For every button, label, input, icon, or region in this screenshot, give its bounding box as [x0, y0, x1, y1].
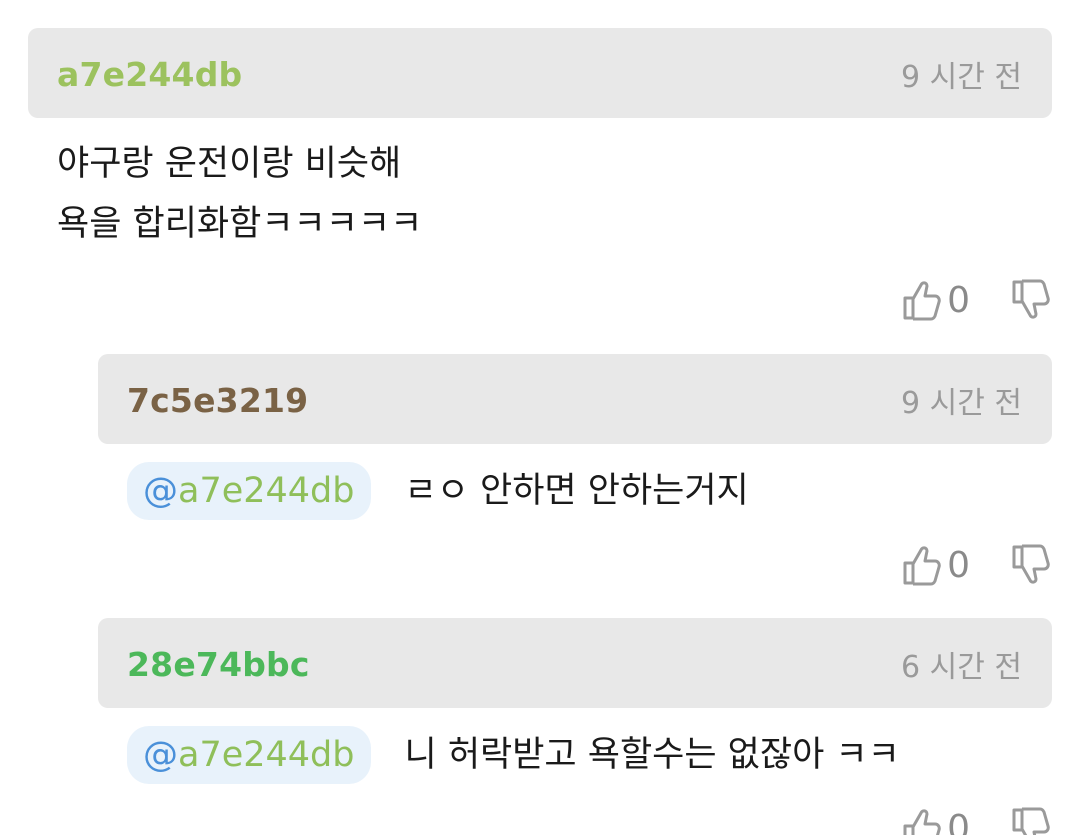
comment-body: 야구랑 운전이랑 비슷해 욕을 합리화함ㅋㅋㅋㅋㅋ	[28, 118, 1052, 254]
comment-timestamp: 9 시간 전	[901, 60, 1022, 95]
thumbs-up-icon[interactable]	[901, 278, 941, 322]
comment-author[interactable]: 7c5e3219	[127, 381, 308, 420]
comment-author[interactable]: a7e244db	[57, 55, 242, 94]
mention-name: a7e244db	[178, 471, 355, 511]
vote-bar: 0	[901, 275, 1050, 325]
like-count: 0	[947, 279, 970, 321]
comment-text: ㄹㅇ 안하면 안하는거지	[404, 471, 749, 511]
thumbs-up-icon[interactable]	[901, 543, 941, 587]
vote-bar: 0	[901, 803, 1050, 835]
comment-text-line: 욕을 합리화함ㅋㅋㅋㅋㅋ	[57, 204, 423, 244]
mention-at-sign: @	[143, 735, 178, 775]
like-count: 0	[947, 807, 970, 835]
mention-tag[interactable]: @a7e244db	[127, 726, 371, 784]
comment-author[interactable]: 28e74bbc	[127, 645, 310, 684]
reply-comment: 28e74bbc 6 시간 전 @a7e244db 니 허락받고 욕할수는 없잖아…	[98, 618, 1052, 785]
comment-header: 7c5e3219 9 시간 전	[98, 354, 1052, 444]
comment-header: 28e74bbc 6 시간 전	[98, 618, 1052, 708]
mention-at-sign: @	[143, 471, 178, 511]
comment-text: 니 허락받고 욕할수는 없잖아 ㅋㅋ	[404, 735, 900, 775]
like-count: 0	[947, 544, 970, 586]
thumbs-down-icon[interactable]	[1010, 806, 1050, 835]
comment-timestamp: 9 시간 전	[901, 386, 1022, 421]
thumbs-down-icon[interactable]	[1010, 278, 1050, 322]
mention-tag[interactable]: @a7e244db	[127, 462, 371, 520]
reply-comment: 7c5e3219 9 시간 전 @a7e244db ㄹㅇ 안하면 안하는거지	[98, 354, 1052, 521]
mention-name: a7e244db	[178, 735, 355, 775]
thumbs-down-icon[interactable]	[1010, 543, 1050, 587]
comment-body: @a7e244db ㄹㅇ 안하면 안하는거지	[98, 444, 1052, 521]
comment-timestamp: 6 시간 전	[901, 650, 1022, 685]
comment-header: a7e244db 9 시간 전	[28, 28, 1052, 118]
thumbs-up-icon[interactable]	[901, 806, 941, 835]
comment-text-line: 야구랑 운전이랑 비슷해	[57, 144, 402, 184]
comment-thread: a7e244db 9 시간 전 야구랑 운전이랑 비슷해 욕을 합리화함ㅋㅋㅋㅋ…	[0, 0, 1080, 835]
comment: a7e244db 9 시간 전 야구랑 운전이랑 비슷해 욕을 합리화함ㅋㅋㅋㅋ…	[28, 28, 1052, 254]
vote-bar: 0	[901, 540, 1050, 590]
comment-body: @a7e244db 니 허락받고 욕할수는 없잖아 ㅋㅋ	[98, 708, 1052, 785]
